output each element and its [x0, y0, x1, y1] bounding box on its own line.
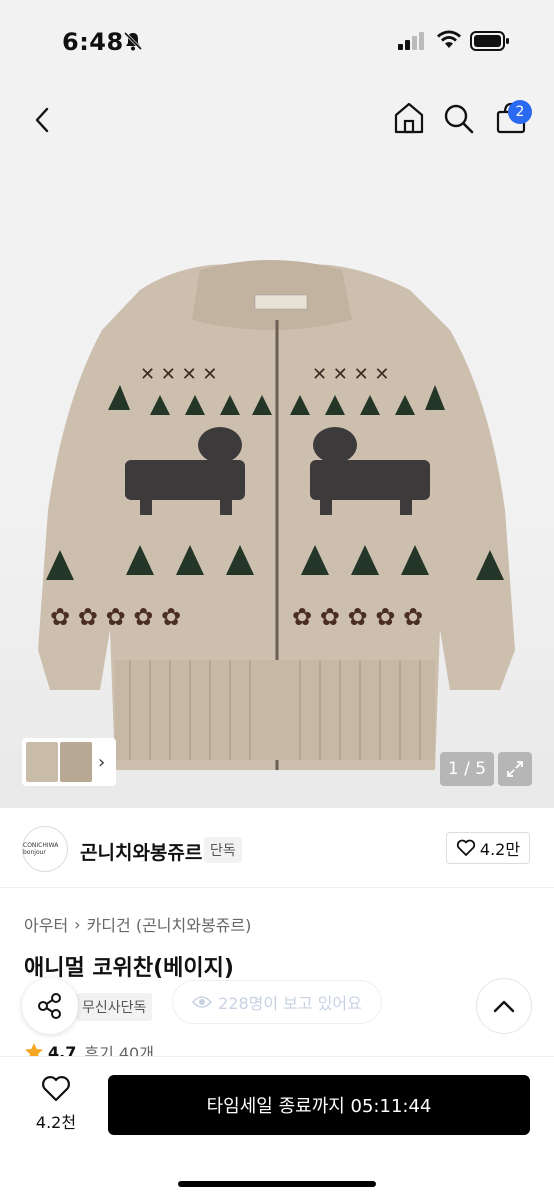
chevron-right-icon: ›	[74, 914, 81, 934]
back-button[interactable]	[24, 100, 60, 140]
expand-button[interactable]	[498, 752, 532, 786]
brand-logo[interactable]: CONICHIWA bonjour	[22, 826, 68, 872]
thumbnail-2[interactable]	[60, 742, 92, 782]
breadcrumb-level1[interactable]: 아우터	[24, 912, 68, 936]
brand-logo-text: CONICHIWA bonjour	[23, 842, 59, 856]
viewers-pill: 228명이 보고 있어요	[172, 980, 382, 1024]
scroll-top-button[interactable]	[476, 978, 532, 1034]
chevron-left-icon	[35, 107, 49, 133]
product-image-gallery[interactable]: ✕ ✕ ✕ ✕ ✕ ✕ ✕ ✕ ✿ ✿ ✿ ✿ ✿ ✿ ✿ ✿ ✿ ✿	[0, 80, 554, 808]
share-icon	[38, 993, 61, 1019]
brand-row: CONICHIWA bonjour 곤니치와봉쥬르 단독 4.2만	[0, 824, 554, 888]
search-icon	[444, 104, 474, 134]
svg-text:✕ ✕ ✕ ✕: ✕ ✕ ✕ ✕	[140, 364, 218, 385]
thumbnail-1[interactable]	[26, 742, 58, 782]
wishlist-button[interactable]: 4.2천	[34, 1075, 78, 1133]
share-button[interactable]	[22, 978, 78, 1034]
chevron-right-icon[interactable]: ›	[98, 752, 105, 773]
brand-name[interactable]: 곤니치와봉쥬르	[80, 838, 202, 865]
product-image: ✕ ✕ ✕ ✕ ✕ ✕ ✕ ✕ ✿ ✿ ✿ ✿ ✿ ✿ ✿ ✿ ✿ ✿	[38, 260, 515, 770]
expand-icon	[507, 761, 523, 777]
thumbnail-strip[interactable]: ›	[22, 738, 116, 786]
exclusive-badge: 단독	[204, 837, 242, 863]
musinsa-exclusive-badge: 무신사단독	[76, 993, 153, 1021]
home-button[interactable]	[392, 100, 428, 140]
viewers-text: 228명이 보고 있어요	[218, 994, 362, 1013]
cellular-signal-icon	[398, 32, 426, 54]
home-indicator	[178, 1181, 376, 1187]
brand-like-count: 4.2만	[479, 840, 521, 859]
wishlist-count: 4.2천	[35, 1113, 77, 1132]
heart-icon	[456, 839, 476, 856]
image-counter: 1 / 5	[440, 752, 494, 786]
bottom-action-bar: 4.2천 타임세일 종료까지 05:11:44	[0, 1056, 554, 1200]
svg-text:✿ ✿ ✿ ✿ ✿: ✿ ✿ ✿ ✿ ✿	[50, 603, 181, 631]
product-title: 애니멀 코위찬(베이지)	[24, 956, 234, 981]
chevron-up-icon	[493, 1000, 515, 1013]
brand-like-button[interactable]: 4.2만	[446, 832, 530, 864]
eye-icon	[192, 996, 213, 1008]
time-sale-buy-button[interactable]: 타임세일 종료까지 05:11:44	[108, 1075, 530, 1135]
cart-badge: 2	[508, 100, 532, 124]
battery-icon	[470, 30, 510, 56]
breadcrumb-level2[interactable]: 카디건 (곤니치와봉쥬르)	[87, 912, 252, 936]
svg-text:✿ ✿ ✿ ✿ ✿: ✿ ✿ ✿ ✿ ✿	[292, 603, 423, 631]
status-time: 6:48	[62, 28, 124, 56]
status-bar: 6:48	[0, 0, 554, 80]
search-button[interactable]	[442, 100, 478, 140]
svg-text:✕ ✕ ✕ ✕: ✕ ✕ ✕ ✕	[312, 364, 390, 385]
wifi-icon	[436, 30, 462, 54]
home-icon	[394, 102, 424, 134]
breadcrumb: 아우터 › 카디건 (곤니치와봉쥬르)	[24, 912, 251, 936]
heart-icon	[42, 1076, 70, 1102]
bell-muted-icon	[122, 30, 144, 56]
